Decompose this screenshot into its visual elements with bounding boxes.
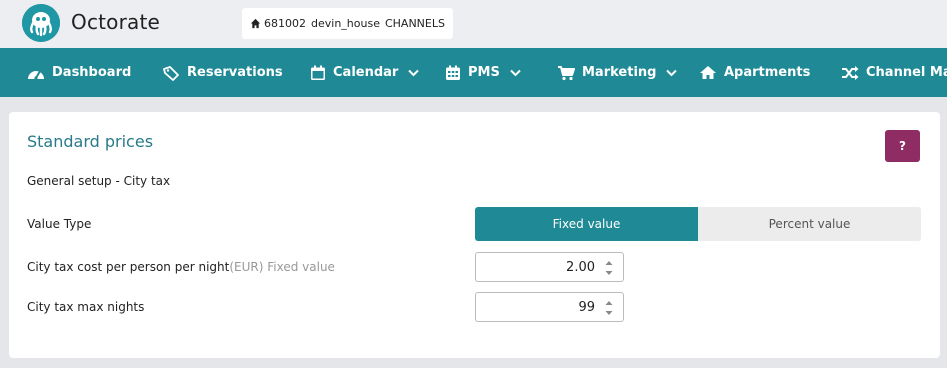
property-scope: CHANNELS	[384, 17, 445, 30]
nav-label: PMS	[468, 65, 500, 80]
value-type-toggle: Fixed value Percent value	[475, 207, 921, 241]
shuffle-icon	[842, 65, 859, 80]
nav-label: Dashboard	[52, 65, 132, 80]
calendar-icon	[311, 65, 325, 80]
cart-icon	[558, 65, 575, 80]
help-button[interactable]: ?	[885, 130, 920, 162]
tax-cost-label: City tax cost per person per night(EUR) …	[27, 260, 335, 274]
nav-item-reservations[interactable]: Reservations	[162, 48, 283, 97]
value-type-label: Value Type	[27, 217, 92, 231]
tag-icon	[163, 65, 179, 81]
tax-cost-input[interactable]: 2.00	[475, 252, 624, 282]
nav-item-marketing[interactable]: Marketing	[557, 48, 678, 97]
nav-item-dashboard[interactable]: Dashboard	[27, 48, 131, 97]
max-nights-input[interactable]: 99	[475, 292, 624, 322]
page-title: Standard prices	[27, 132, 154, 151]
nav-item-channel-manager[interactable]: Channel Manag	[841, 48, 947, 97]
tax-cost-label-text: City tax cost per person per night	[27, 260, 230, 274]
main-nav: Dashboard Reservations Calendar PMS Mark…	[0, 48, 947, 97]
octorate-logo-icon[interactable]	[22, 4, 60, 42]
top-bar: Octorate 681002 devin_house CHANNELS	[0, 0, 947, 48]
nav-label: Channel Manag	[866, 65, 947, 80]
chevron-down-icon	[408, 69, 420, 76]
section-subtitle: General setup - City tax	[27, 174, 171, 188]
chevron-down-icon	[510, 69, 521, 76]
percent-value-button[interactable]: Percent value	[698, 207, 921, 241]
nav-item-apartments[interactable]: Apartments	[699, 48, 810, 97]
spinner-arrows-icon[interactable]	[604, 297, 614, 319]
max-nights-label: City tax max nights	[27, 300, 145, 314]
nav-label: Marketing	[582, 65, 657, 80]
dashboard-icon	[28, 70, 44, 80]
nav-label: Apartments	[724, 65, 811, 80]
nav-item-calendar[interactable]: Calendar	[310, 48, 420, 97]
nav-label: Calendar	[333, 65, 399, 80]
tax-cost-value: 2.00	[566, 260, 595, 275]
spinner-arrows-icon[interactable]	[604, 257, 614, 279]
property-name: devin_house	[311, 17, 380, 30]
fixed-value-button[interactable]: Fixed value	[475, 207, 698, 241]
brand-name: Octorate	[71, 10, 161, 34]
home-icon	[700, 66, 716, 79]
home-icon	[250, 18, 261, 29]
grid-calendar-icon	[446, 65, 460, 80]
standard-prices-card: Standard prices ? General setup - City t…	[9, 112, 940, 358]
nav-label: Reservations	[187, 65, 283, 80]
chevron-down-icon	[666, 69, 678, 76]
property-id: 681002	[264, 17, 306, 30]
currency-unit: (EUR)	[229, 260, 264, 274]
nav-item-pms[interactable]: PMS	[445, 48, 521, 97]
value-type-hint: Fixed value	[267, 260, 335, 274]
property-selector[interactable]: 681002 devin_house CHANNELS	[242, 8, 453, 39]
max-nights-value: 99	[578, 300, 595, 315]
